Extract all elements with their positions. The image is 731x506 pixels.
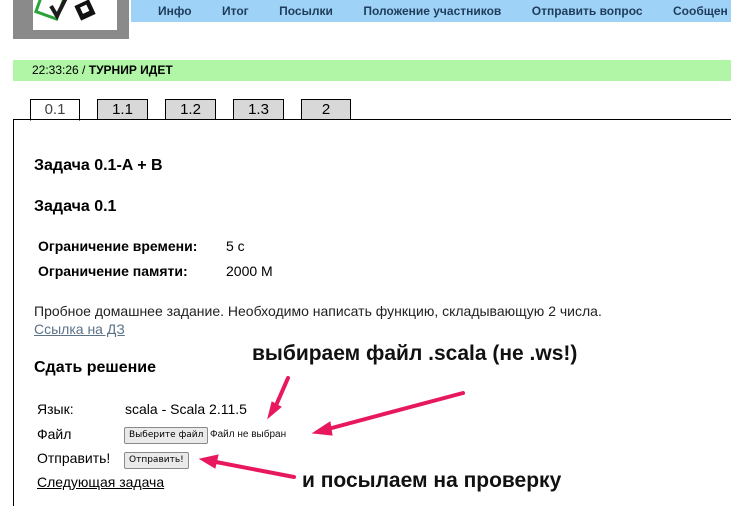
arrow-to-file (326, 391, 465, 431)
annotation-arrows (198, 376, 465, 479)
arrow-to-send (214, 460, 296, 479)
arrow-head-send (198, 454, 219, 469)
arrow-head-file (311, 421, 333, 436)
arrow-head-language (267, 401, 282, 420)
